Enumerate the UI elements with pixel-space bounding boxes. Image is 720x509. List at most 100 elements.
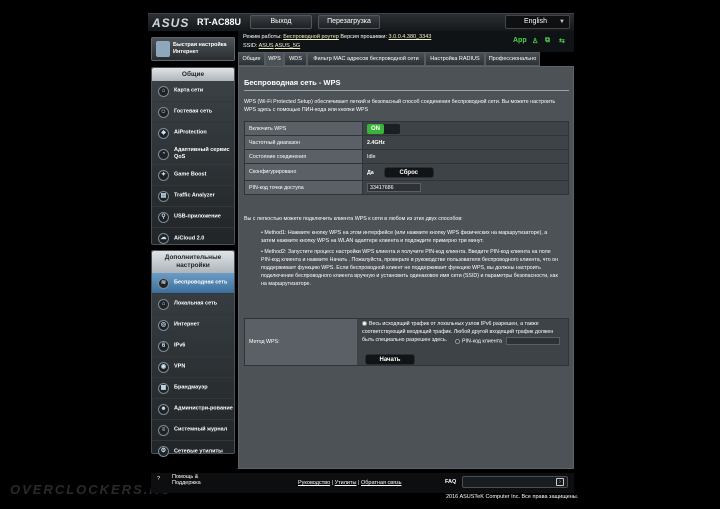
admin-icon: ☻ [158,404,169,415]
band-value: 2.4GHz [362,135,569,150]
radio-selected-icon [455,338,460,344]
language-select[interactable]: English ▼ [505,15,570,29]
reset-button[interactable]: Сброс [383,166,434,178]
app-icon[interactable]: App [513,37,527,44]
tab-wds[interactable]: WDS [284,52,307,66]
sidebar-item-wireless[interactable]: ≋ Беспроводная сеть [152,273,234,294]
sidebar-item-system-log[interactable]: ≡ Системный журнал [152,420,234,441]
log-icon: ≡ [158,425,169,436]
tab-mac-filter[interactable]: Фильтр MAC адресов беспроводной сети [307,52,425,66]
advanced-menu: Дополнительные настройки ≋ Беспроводная с… [151,250,235,457]
general-menu: Общие ⌂ Карта сети ☺ Гостевая сеть ◆ AiProt… [151,67,235,245]
language-value: English [524,18,547,25]
sidebar-item-administration[interactable]: ☻ Администри-рование [152,399,234,420]
general-menu-title: Общие [152,68,234,81]
ssid-link-1[interactable]: ASUS [259,43,274,49]
sidebar-item-traffic-analyzer[interactable]: ▤ Traffic Analyzer [152,186,234,207]
ap-pin-label: PIN-код точки доступа [244,180,363,195]
sidebar-item-firewall[interactable]: ▦ Брандмауэр [152,378,234,399]
sidebar-item-wan[interactable]: ◎ Интернет [152,315,234,336]
faq-search-input[interactable]: › [462,476,568,488]
wps-description: WPS (Wi-Fi Protected Setup) обеспечивает… [244,99,556,113]
radio-icon [362,321,367,327]
sidebar-item-vpn[interactable]: ◉ VPN [152,357,234,378]
advanced-menu-title: Дополнительные настройки [152,251,234,273]
vpn-icon: ◉ [158,362,169,373]
enable-wps-label: Включить WPS [244,121,363,136]
utilities-link[interactable]: Утилиты [335,480,357,486]
sidebar-item-aiprotection[interactable]: ◆ AiProtection [152,123,234,144]
watermark: OVERCLOCKERS.RU [10,482,173,497]
usb-app-icon: ⚲ [158,212,169,223]
operation-mode: Режим работы: Беспроводной роутер Версия… [243,34,432,40]
page-title: Беспроводная сеть - WPS [244,78,341,87]
connection-status-label: Состояние соединения [244,149,363,164]
search-go-icon[interactable]: › [556,478,564,486]
guest-network-icon: ☺ [158,107,169,118]
sidebar-item-network-map[interactable]: ⌂ Карта сети [152,81,234,102]
tab-general[interactable]: Общие [238,52,265,66]
firmware-link[interactable]: 3.0.0.4.380_3343 [389,34,432,40]
ap-pin-field[interactable]: 33417686 [367,183,421,192]
usb-icon[interactable]: ⇆ [559,37,565,45]
connect-intro: Вы с легкостью можете подключить клиента… [244,216,463,222]
firewall-icon: ▦ [158,383,169,394]
globe-icon: ◎ [158,320,169,331]
ssid-line: SSID: ASUS ASUS_5G [243,43,301,49]
wps-panel: Беспроводная сеть - WPS WPS (Wi-Fi Prote… [238,66,574,469]
configured-value: Да [367,169,374,176]
quick-setup-label: Быстрая настройка Интернет [173,42,227,55]
sidebar-item-network-tools[interactable]: ⚙ Сетевые утилиты [152,441,234,462]
method1-text: • Method1: Нажмите кнопку WPS на этом ин… [261,230,548,244]
help-support-link[interactable]: Помощь & Поддержка [172,474,217,486]
wps-method-label: Метод WPS: [245,319,357,365]
start-button[interactable]: Начать [365,354,415,365]
tab-bar: Общие WPS WDS Фильтр MAC адресов беспров… [238,52,574,66]
sidebar-item-usb-app[interactable]: ⚲ USB-приложение [152,207,234,228]
sidebar-item-guest-network[interactable]: ☺ Гостевая сеть [152,102,234,123]
ssid-link-2[interactable]: ASUS_5G [275,43,300,49]
band-label: Частотный диапазон [244,135,363,150]
router-admin-page: OVERCLOCKERS.RU ASUS RT-AC88U Выход Пере… [0,0,720,509]
lan-icon: ⌂ [158,299,169,310]
wifi-icon: ≋ [158,278,169,289]
quick-setup-button[interactable]: Быстрая настройка Интернет [151,37,235,61]
configured-label: Сконфигурировано [244,163,363,181]
logout-button[interactable]: Выход [250,15,312,29]
toggle-on-label: ON [367,123,384,134]
manual-link[interactable]: Руководство [298,480,330,486]
tab-radius[interactable]: Настройка RADIUS [425,52,485,66]
tab-wps[interactable]: WPS [265,52,284,66]
connection-status-value: Idle [362,149,569,164]
wps-method-table: Метод WPS: Весь исходящий трафик от лока… [244,318,569,366]
sidebar-item-lan[interactable]: ⌂ Локальная сеть [152,294,234,315]
client-pin-input[interactable] [505,337,560,345]
shield-icon: ◆ [158,128,169,139]
sidebar-item-qos[interactable]: ◔ Адаптивный сервис QoS [152,144,234,165]
sidebar-item-ipv6[interactable]: 6 IPv6 [152,336,234,357]
tab-professional[interactable]: Профессионально [485,52,540,66]
copyright: 2016 ASUSTeK Computer Inc. Все права защ… [446,494,579,500]
help-icon[interactable]: ? [157,476,160,482]
wps-toggle[interactable]: ON [367,123,400,134]
wps-settings-table: Включить WPS ON Частотный диапазон 2.4GHz … [244,121,569,195]
chart-icon: ▤ [158,191,169,202]
reboot-button[interactable]: Перезагрузка [318,15,380,29]
model-name: RT-AC88U [197,17,242,27]
clients-icon[interactable]: ⧉ [545,37,550,45]
sidebar-item-game-boost[interactable]: ✦ Game Boost [152,165,234,186]
footer-links: Руководство | Утилиты | Обратная связь [298,480,402,486]
asus-logo: ASUS [152,16,190,30]
feedback-link[interactable]: Обратная связь [361,480,402,486]
operation-mode-link[interactable]: Беспроводной роутер [283,34,339,40]
table-row: Включить WPS ON [244,121,569,136]
sidebar-item-aicloud[interactable]: ☁ AiCloud 2.0 [152,228,234,249]
cloud-icon: ☁ [158,233,169,244]
network-map-icon: ⌂ [158,86,169,97]
quick-setup-icon [156,41,170,57]
qos-icon: ◔ [158,149,169,160]
method-option-pin[interactable]: PIN-код клиента [455,337,560,345]
game-icon: ✦ [158,170,169,181]
user-icon[interactable]: ♙ [532,37,538,45]
title-divider [244,90,569,91]
